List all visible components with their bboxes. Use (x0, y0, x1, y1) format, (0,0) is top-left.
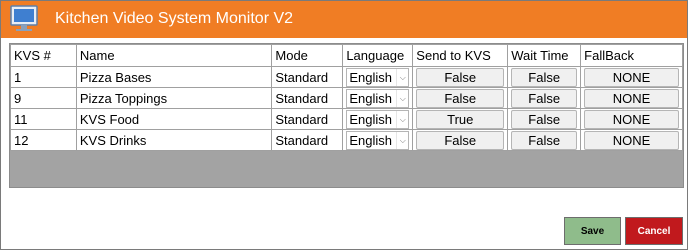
cancel-button[interactable]: Cancel (625, 217, 683, 245)
title-bar: Kitchen Video System Monitor V2 (1, 1, 687, 38)
kvs-table: KVS # Name Mode Language Send to KVS Wai… (10, 44, 683, 151)
kvs-number-cell[interactable]: 9 (10, 87, 77, 109)
send-to-kvs-button[interactable]: False (416, 88, 505, 108)
name-cell[interactable]: Pizza Toppings (75, 87, 273, 109)
language-select[interactable]: English ⌵ (346, 130, 410, 150)
kvs-number-cell[interactable]: 1 (10, 66, 77, 88)
monitor-icon (9, 4, 41, 34)
wait-time-cell: False (507, 108, 582, 130)
mode-cell[interactable]: Standard (271, 108, 344, 130)
table-header-row: KVS # Name Mode Language Send to KVS Wai… (10, 44, 683, 67)
send-to-kvs-cell: False (412, 129, 509, 151)
column-header-send-to-kvs[interactable]: Send to KVS (412, 44, 509, 67)
column-header-mode[interactable]: Mode (271, 44, 344, 67)
chevron-down-icon[interactable]: ⌵ (396, 68, 408, 86)
kvs-grid: KVS # Name Mode Language Send to KVS Wai… (9, 43, 684, 188)
wait-time-button[interactable]: False (511, 88, 578, 108)
table-row[interactable]: 12 KVS Drinks Standard English ⌵ False F… (10, 129, 683, 151)
language-select[interactable]: English ⌵ (346, 109, 410, 129)
column-header-wait-time[interactable]: Wait Time (507, 44, 582, 67)
fallback-button[interactable]: NONE (584, 109, 679, 129)
language-value: English (349, 111, 392, 127)
fallback-button[interactable]: NONE (584, 130, 679, 150)
column-header-fallback[interactable]: FallBack (580, 44, 683, 67)
language-cell: English ⌵ (342, 87, 414, 109)
wait-time-cell: False (507, 129, 582, 151)
mode-cell[interactable]: Standard (271, 87, 344, 109)
column-header-language[interactable]: Language (342, 44, 414, 67)
name-cell[interactable]: KVS Drinks (75, 129, 273, 151)
send-to-kvs-cell: False (412, 66, 509, 88)
language-value: English (349, 90, 392, 106)
language-select[interactable]: English ⌵ (346, 67, 410, 87)
language-cell: English ⌵ (342, 108, 414, 130)
language-value: English (349, 69, 392, 85)
mode-cell[interactable]: Standard (271, 66, 344, 88)
send-to-kvs-cell: False (412, 87, 509, 109)
window-title: Kitchen Video System Monitor V2 (55, 10, 294, 27)
language-cell: English ⌵ (342, 66, 414, 88)
fallback-cell: NONE (580, 129, 683, 151)
save-button[interactable]: Save (564, 217, 621, 245)
wait-time-button[interactable]: False (511, 109, 578, 129)
language-cell: English ⌵ (342, 129, 414, 151)
app-window: Kitchen Video System Monitor V2 KVS # Na… (0, 0, 688, 250)
kvs-number-cell[interactable]: 12 (10, 129, 77, 151)
column-header-name[interactable]: Name (75, 44, 273, 67)
fallback-cell: NONE (580, 108, 683, 130)
kvs-number-cell[interactable]: 11 (10, 108, 77, 130)
mode-cell[interactable]: Standard (271, 129, 344, 151)
send-to-kvs-cell: True (412, 108, 509, 130)
table-row[interactable]: 1 Pizza Bases Standard English ⌵ False F… (10, 66, 683, 88)
column-header-kvs[interactable]: KVS # (10, 44, 77, 67)
wait-time-button[interactable]: False (511, 67, 578, 87)
send-to-kvs-button[interactable]: False (416, 67, 505, 87)
fallback-cell: NONE (580, 66, 683, 88)
name-cell[interactable]: KVS Food (75, 108, 273, 130)
chevron-down-icon[interactable]: ⌵ (396, 131, 408, 149)
send-to-kvs-button[interactable]: False (416, 130, 505, 150)
chevron-down-icon[interactable]: ⌵ (396, 89, 408, 107)
language-select[interactable]: English ⌵ (346, 88, 410, 108)
wait-time-cell: False (507, 66, 582, 88)
send-to-kvs-button[interactable]: True (416, 109, 505, 129)
table-row[interactable]: 9 Pizza Toppings Standard English ⌵ Fals… (10, 87, 683, 109)
wait-time-cell: False (507, 87, 582, 109)
wait-time-button[interactable]: False (511, 130, 578, 150)
name-cell[interactable]: Pizza Bases (75, 66, 273, 88)
language-value: English (349, 132, 392, 148)
fallback-button[interactable]: NONE (584, 88, 679, 108)
table-row[interactable]: 11 KVS Food Standard English ⌵ True Fals… (10, 108, 683, 130)
fallback-cell: NONE (580, 87, 683, 109)
chevron-down-icon[interactable]: ⌵ (396, 110, 408, 128)
fallback-button[interactable]: NONE (584, 67, 679, 87)
